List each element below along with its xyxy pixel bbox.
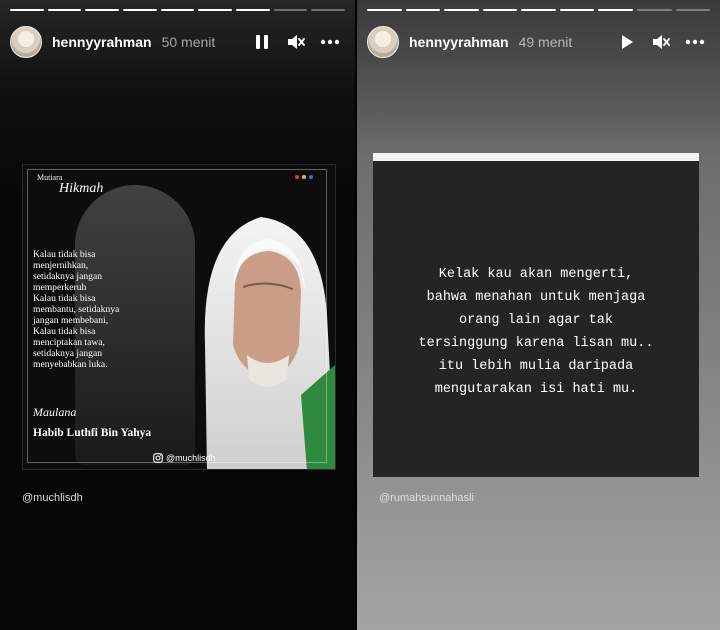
avatar[interactable]: [10, 26, 42, 58]
progress-segment: [160, 9, 195, 11]
progress-segment: [482, 9, 518, 11]
poster-quote-line: Kalau tidak bisa: [33, 293, 96, 304]
poster-quote-line: setidaknya jangan: [33, 348, 102, 359]
color-dot: [309, 175, 313, 179]
avatar[interactable]: [367, 26, 399, 58]
progress-segment: [85, 9, 120, 11]
poster-quote-line: Kalau tidak bisa: [33, 326, 96, 337]
progress-segment: [273, 9, 308, 11]
poster-quote-line: Kalau tidak bisa: [33, 249, 96, 260]
poster-quote-line: setidaknya jangan: [33, 271, 102, 282]
mute-icon[interactable]: [283, 29, 309, 55]
story-header: hennyyrahman 50 menit: [10, 24, 343, 60]
poster-quote-line: menciptakan tawa,: [33, 337, 105, 348]
quote-card: Kelak kau akan mengerti, bahwa menahan un…: [373, 153, 699, 477]
poster-quote-line: memperkeruh: [33, 282, 87, 293]
story-progress-bar: [10, 9, 346, 11]
username[interactable]: hennyyrahman: [409, 34, 509, 50]
progress-segment: [521, 9, 556, 11]
progress-segment: [311, 9, 346, 11]
progress-segment: [236, 9, 270, 11]
more-icon[interactable]: [317, 29, 343, 55]
story-header: hennyyrahman 49 menit: [367, 24, 708, 60]
progress-segment: [444, 9, 479, 11]
progress-segment: [123, 9, 157, 11]
play-icon[interactable]: [614, 29, 640, 55]
progress-segment: [405, 9, 441, 11]
progress-segment: [367, 9, 402, 11]
quote-line: mengutarakan isi hati mu.: [434, 382, 638, 397]
quote-line: orang lain agar tak: [459, 313, 613, 328]
progress-segment: [559, 9, 595, 11]
quote-line: bahwa menahan untuk menjaga: [426, 290, 646, 305]
quote-line: tersinggung karena lisan mu..: [418, 336, 654, 351]
quote-text: Kelak kau akan mengerti, bahwa menahan un…: [373, 263, 699, 401]
timestamp: 50 menit: [161, 34, 216, 50]
quote-line: itu lebih mulia daripada: [438, 359, 634, 374]
poster-quote-line: menjernihkan,: [33, 260, 89, 271]
poster-handle-text: @muchlisdh: [166, 453, 216, 463]
username[interactable]: hennyyrahman: [52, 34, 152, 50]
progress-segment: [636, 9, 672, 11]
color-dot: [295, 175, 299, 179]
story-right[interactable]: hennyyrahman 49 menit Kelak kau akan men…: [357, 0, 720, 630]
poster-header-script: Hikmah: [59, 181, 104, 196]
progress-segment: [198, 9, 233, 11]
poster-title-script: Maulana: [33, 405, 77, 419]
quote-poster-image: Mutiara Hikmah Kalau tidak bisa menjernih…: [22, 164, 336, 470]
progress-segment: [675, 9, 711, 11]
poster-quote-line: membantu, setidaknya: [33, 304, 120, 315]
mention-sticker[interactable]: @muchlisdh: [22, 492, 83, 504]
story-left[interactable]: hennyyrahman 50 menit Mutiara Hikmah Kal…: [0, 0, 355, 630]
poster-quote: Kalau tidak bisa menjernihkan, setidaknya …: [33, 249, 161, 370]
quote-line: Kelak kau akan mengerti,: [438, 267, 634, 282]
color-dots: [295, 175, 313, 179]
progress-segment: [47, 9, 82, 11]
poster-quote-line: menyebabkan luka.: [33, 359, 108, 370]
poster-quote-line: jangan membebani,: [33, 315, 109, 326]
progress-segment: [598, 9, 633, 11]
pause-icon[interactable]: [249, 29, 275, 55]
color-dot: [302, 175, 306, 179]
more-icon[interactable]: [682, 29, 708, 55]
poster-name: Habib Luthfi Bin Yahya: [33, 427, 152, 439]
timestamp: 49 menit: [518, 34, 573, 50]
story-progress-bar: [367, 9, 711, 11]
progress-segment: [10, 9, 44, 11]
instagram-icon: [153, 453, 163, 463]
mention-sticker[interactable]: @rumahsunnahasli: [379, 492, 474, 504]
poster-handle: @muchlisdh: [153, 453, 216, 463]
mute-icon[interactable]: [648, 29, 674, 55]
